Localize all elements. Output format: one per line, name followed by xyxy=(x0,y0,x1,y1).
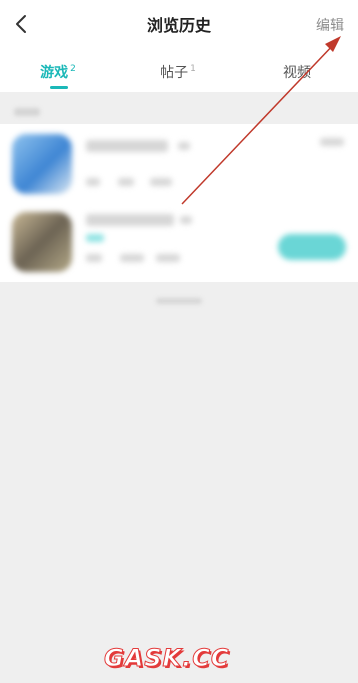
watermark: GASK.CC xyxy=(104,644,230,673)
annotation-arrow xyxy=(181,36,341,205)
